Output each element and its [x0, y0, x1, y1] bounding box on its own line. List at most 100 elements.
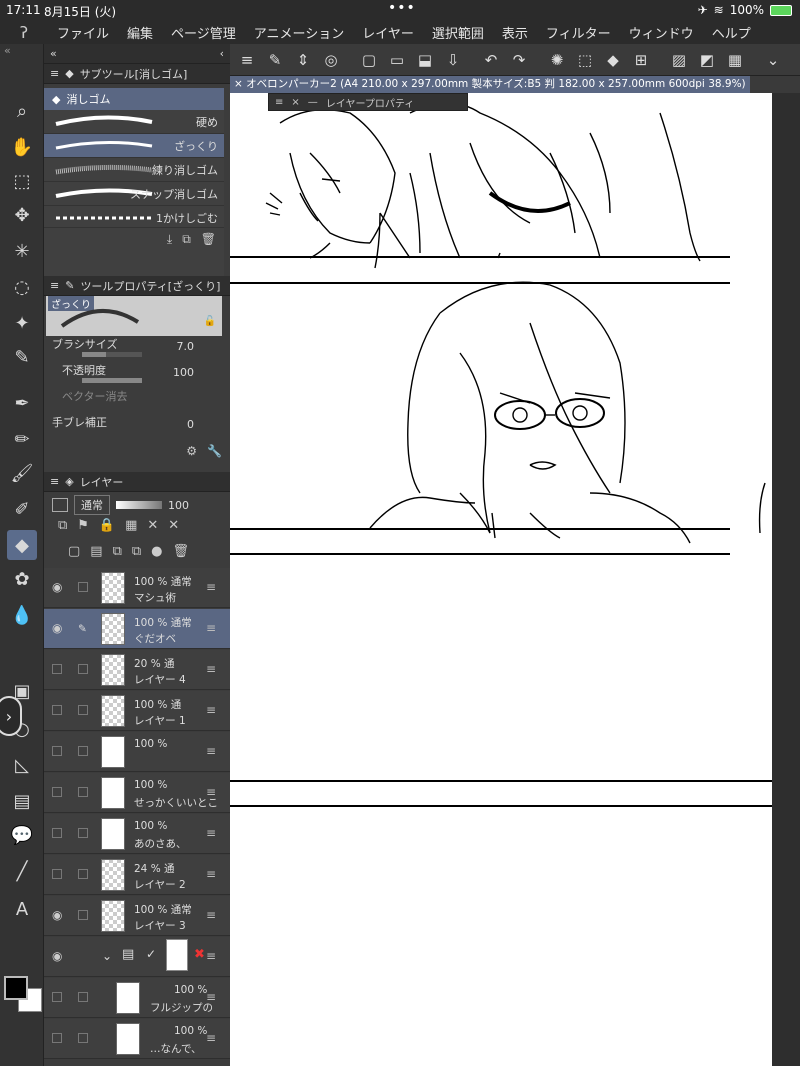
settings-icon[interactable]: ⚙ [186, 444, 197, 458]
object-tool-icon[interactable]: ⬚ [7, 166, 37, 196]
duplicate-icon[interactable]: ⧉ [182, 232, 191, 247]
layer-menu-icon[interactable]: ≡ [206, 580, 216, 594]
menu-page[interactable]: ページ管理 [162, 23, 245, 42]
layer-row[interactable]: 100 % ≡ [44, 732, 230, 772]
visibility-checkbox[interactable] [52, 705, 62, 715]
hand-tool-icon[interactable]: ✋ [7, 132, 37, 162]
menu-file[interactable]: ファイル [48, 23, 118, 42]
subtool-item[interactable]: 硬め [44, 110, 224, 134]
blend-mode-select[interactable]: 通常 [74, 495, 110, 515]
layer-row[interactable]: 100 % あのさあ、 ≡ [44, 814, 230, 854]
layer-menu-icon[interactable]: ≡ [206, 621, 216, 635]
layer-checkbox[interactable] [78, 910, 88, 920]
visibility-checkbox[interactable] [52, 664, 62, 674]
eye-icon[interactable]: ◉ [52, 580, 66, 594]
minimize-icon[interactable]: — [308, 97, 318, 108]
layer-menu-icon[interactable]: ≡ [206, 867, 216, 881]
loading-icon[interactable]: ✺ [546, 51, 568, 69]
opacity-row[interactable]: 不透明度 100 [44, 362, 230, 388]
trash-icon[interactable]: 🗑 [201, 232, 216, 246]
eyedropper-tool-icon[interactable]: ✎ [7, 342, 37, 372]
vector-erase-row[interactable]: ベクター消去 [44, 388, 230, 414]
subtool-item[interactable]: 1かけしごむ [44, 206, 224, 228]
eye-icon[interactable]: ◉ [52, 908, 66, 922]
layer-checkbox[interactable] [78, 705, 88, 715]
pen-tool-icon[interactable]: ✒ [7, 388, 37, 418]
brush-tool-icon[interactable]: 🖌 [7, 458, 37, 488]
layer-toolbar-row1[interactable]: ⧉⚑🔒▦✕✕ [44, 518, 230, 544]
chevron-down-icon[interactable]: ⌄ [762, 51, 784, 69]
panel-collapse-bar[interactable]: «‹ [44, 44, 230, 64]
subtool-group[interactable]: ◆ 消しゴム [44, 88, 224, 110]
edit-icon[interactable]: ✎ [264, 51, 286, 69]
close-tab-icon[interactable]: × [234, 78, 246, 90]
layer-row[interactable]: 100 % せっかくいいとこ ≡ [44, 773, 230, 813]
layer-checkbox[interactable] [78, 869, 88, 879]
layer-row[interactable]: ◉ 100 % 通常 レイヤー 3 ≡ [44, 896, 230, 936]
move-tool-icon[interactable]: ✥ [7, 200, 37, 230]
layer-checkbox[interactable] [78, 746, 88, 756]
magic-wand-tool-icon[interactable]: ✦ [7, 308, 37, 338]
layer-menu-icon[interactable]: ≡ [206, 785, 216, 799]
selection-grid-icon[interactable]: ▦ [724, 51, 746, 69]
brush-size-row[interactable]: ブラシサイズ 7.0 [44, 336, 230, 362]
layer-opacity-slider[interactable] [116, 501, 162, 509]
ruler-tool-icon[interactable]: ◺ [7, 750, 37, 780]
lock-icon[interactable]: 🔓 [204, 316, 216, 327]
layer-menu-icon[interactable]: ≡ [206, 908, 216, 922]
visibility-checkbox[interactable] [52, 992, 62, 1002]
layer-row[interactable]: ◉ 100 % 通常 マシュ術 ≡ [44, 568, 230, 608]
blend-tool-icon[interactable]: 💧 [7, 600, 37, 630]
menu-layer[interactable]: レイヤー [353, 23, 423, 42]
airbrush-tool-icon[interactable]: ✐ [7, 494, 37, 524]
visibility-checkbox[interactable] [52, 828, 62, 838]
menu-view[interactable]: 表示 [493, 23, 537, 42]
import-icon[interactable]: ⤓ [167, 232, 172, 247]
menu-window[interactable]: ウィンドウ [620, 23, 703, 42]
decoration-tool-icon[interactable]: ✿ [7, 564, 37, 594]
subtool-item[interactable]: スナップ消しゴム [44, 182, 224, 206]
chevron-down-icon[interactable]: ⌄ [102, 949, 112, 963]
layer-menu-icon[interactable]: ≡ [206, 826, 216, 840]
layer-menu-icon[interactable]: ≡ [206, 990, 216, 1004]
invert-selection-icon[interactable]: ◩ [696, 51, 718, 69]
layer-menu-icon[interactable]: ≡ [206, 703, 216, 717]
panel-toggle-button[interactable]: › [0, 696, 22, 736]
eye-icon[interactable]: ◉ [52, 621, 66, 635]
layer-row[interactable]: 100 % …なんで、 ≡ [44, 1019, 230, 1059]
undo-icon[interactable]: ↶ [480, 51, 502, 69]
app-logo-icon[interactable]: ʔ [0, 23, 48, 42]
layer-menu-icon[interactable]: ≡ [206, 1031, 216, 1045]
panel-menu-icon[interactable]: ≡ [50, 279, 59, 292]
visibility-checkbox[interactable] [52, 1033, 62, 1043]
pencil-tool-icon[interactable]: ✏ [7, 424, 37, 454]
layer-checkbox[interactable] [78, 664, 88, 674]
menu-animation[interactable]: アニメーション [245, 23, 353, 42]
layer-row[interactable]: 100 % フルジップの ≡ [44, 978, 230, 1018]
wrench-icon[interactable]: 🔧 [207, 444, 222, 458]
layer-property-floating-panel[interactable]: ≡ × — レイヤープロパティ [268, 93, 468, 111]
layer-menu-icon[interactable]: ≡ [206, 949, 216, 963]
line-tool-icon[interactable]: ╱ [7, 856, 37, 886]
layer-checkbox[interactable] [78, 992, 88, 1002]
visibility-checkbox[interactable] [52, 746, 62, 756]
layer-checkbox[interactable] [78, 828, 88, 838]
panel-menu-icon[interactable]: ≡ [50, 475, 59, 488]
menu-edit[interactable]: 編集 [118, 23, 162, 42]
expression-color-icon[interactable] [52, 498, 68, 512]
layer-menu-icon[interactable]: ≡ [206, 662, 216, 676]
eye-icon[interactable]: ◉ [52, 949, 66, 963]
collapse-icon[interactable]: « [0, 44, 43, 64]
layer-row[interactable]: 100 % 通 レイヤー 1 ≡ [44, 691, 230, 731]
close-icon[interactable]: × [291, 97, 299, 108]
layer-checkbox[interactable] [78, 582, 88, 592]
layer-checkbox[interactable] [78, 1033, 88, 1043]
visibility-checkbox[interactable] [52, 787, 62, 797]
select-all-icon[interactable]: ⬚ [574, 51, 596, 69]
layer-row[interactable]: ◉ ✎ 100 % 通常 ぐだオベ ≡ [44, 609, 230, 649]
lasso-tool-icon[interactable]: ◌ [7, 272, 37, 302]
main-color-swatch[interactable] [4, 976, 28, 1000]
subtool-item[interactable]: ざっくり [44, 134, 224, 158]
panel-menu-icon[interactable]: ≡ [275, 97, 283, 108]
eraser-tool-icon[interactable]: ◆ [7, 530, 37, 560]
